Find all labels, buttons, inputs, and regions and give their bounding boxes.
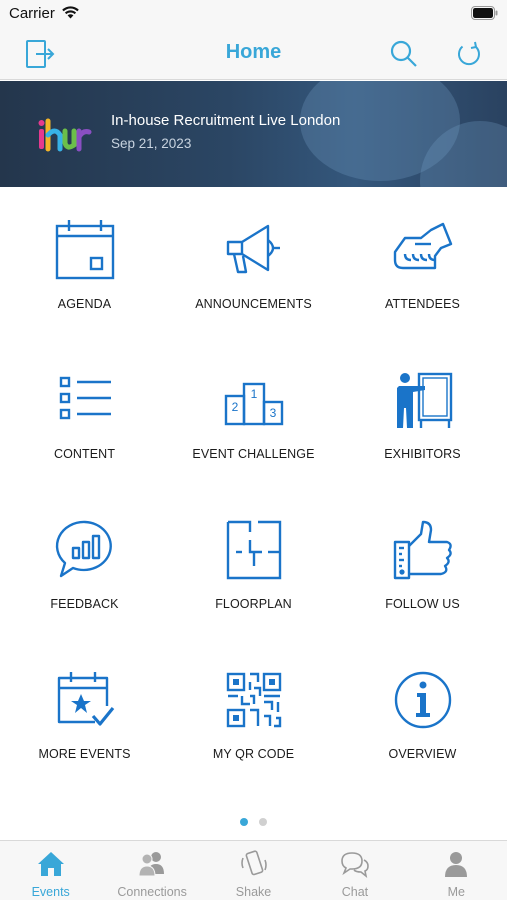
tile-attendees[interactable]: ATTENDEES <box>338 190 507 340</box>
home-icon <box>37 852 64 876</box>
chat-bubbles-icon <box>341 852 369 878</box>
tile-my-qr-code[interactable]: MY QR CODE <box>169 640 338 790</box>
status-bar: Carrier <box>0 0 507 28</box>
tile-label: AGENDA <box>57 297 112 311</box>
event-title: In-house Recruitment Live London <box>111 112 341 129</box>
handshake-icon <box>393 222 452 270</box>
tab-connections[interactable]: Connections <box>101 841 202 900</box>
tile-label: ANNOUNCEMENTS <box>195 297 312 311</box>
presenter-icon <box>396 372 452 428</box>
tile-label: ATTENDEES <box>385 297 460 311</box>
qr-code-icon <box>226 672 281 728</box>
svg-text:1: 1 <box>250 387 257 401</box>
tile-label: EXHIBITORS <box>384 447 461 461</box>
battery-icon <box>471 6 498 20</box>
chart-bubble-icon <box>55 520 112 578</box>
tile-label: FEEDBACK <box>50 597 119 611</box>
refresh-icon <box>458 41 480 66</box>
podium-icon: 1 2 3 <box>224 382 283 426</box>
tile-label: OVERVIEW <box>388 747 457 761</box>
tile-more-events[interactable]: MORE EVENTS <box>0 640 169 790</box>
search-button[interactable] <box>387 37 421 71</box>
megaphone-icon <box>226 224 280 274</box>
tile-label: EVENT CHALLENGE <box>192 447 315 461</box>
tile-event-challenge[interactable]: 1 2 3 EVENT CHALLENGE <box>169 340 338 490</box>
info-icon <box>394 671 451 729</box>
tab-shake[interactable]: Shake <box>203 841 304 900</box>
tile-label: FLOORPLAN <box>215 597 292 611</box>
event-date: Sep 21, 2023 <box>111 136 192 151</box>
tile-label: MORE EVENTS <box>38 747 131 761</box>
event-banner[interactable]: In-house Recruitment Live London Sep 21,… <box>0 81 507 187</box>
tab-label: Events <box>31 885 70 899</box>
tile-label: CONTENT <box>53 447 116 461</box>
svg-text:3: 3 <box>269 406 276 420</box>
nav-bar: Home <box>0 28 507 80</box>
tab-events[interactable]: Events <box>0 841 101 900</box>
tab-label: Connections <box>117 885 187 899</box>
page-indicator[interactable] <box>0 818 507 826</box>
tile-label: FOLLOW US <box>385 597 460 611</box>
person-icon <box>445 852 468 877</box>
tile-follow-us[interactable]: FOLLOW US <box>338 490 507 640</box>
tile-announcements[interactable]: ANNOUNCEMENTS <box>169 190 338 340</box>
phone-shake-icon <box>240 850 267 876</box>
floorplan-icon <box>226 520 281 580</box>
svg-text:2: 2 <box>231 400 238 414</box>
tab-label: Shake <box>235 885 272 899</box>
tab-me[interactable]: Me <box>406 841 507 900</box>
event-logo <box>38 118 92 152</box>
wifi-icon <box>62 6 79 19</box>
tile-overview[interactable]: OVERVIEW <box>338 640 507 790</box>
tile-content[interactable]: CONTENT <box>0 340 169 490</box>
tile-exhibitors[interactable]: EXHIBITORS <box>338 340 507 490</box>
tab-chat[interactable]: Chat <box>304 841 405 900</box>
thumbs-up-icon <box>393 520 452 580</box>
search-icon <box>390 40 417 67</box>
tab-label: Me <box>447 885 466 899</box>
tile-feedback[interactable]: FEEDBACK <box>0 490 169 640</box>
carrier-label: Carrier <box>9 5 55 22</box>
page-dot-1[interactable] <box>240 818 248 826</box>
refresh-button[interactable] <box>452 37 486 71</box>
tile-agenda[interactable]: AGENDA <box>0 190 169 340</box>
tile-floorplan[interactable]: FLOORPLAN <box>169 490 338 640</box>
calendar-star-icon <box>57 672 114 726</box>
list-icon <box>59 376 111 420</box>
tile-label: MY QR CODE <box>212 747 295 761</box>
people-icon <box>138 852 165 877</box>
page-dot-2[interactable] <box>259 818 267 826</box>
page-title: Home <box>225 41 282 63</box>
calendar-icon <box>55 220 114 280</box>
tab-bar: Events Connections Shake Chat Me <box>0 840 507 900</box>
tab-label: Chat <box>341 885 369 899</box>
